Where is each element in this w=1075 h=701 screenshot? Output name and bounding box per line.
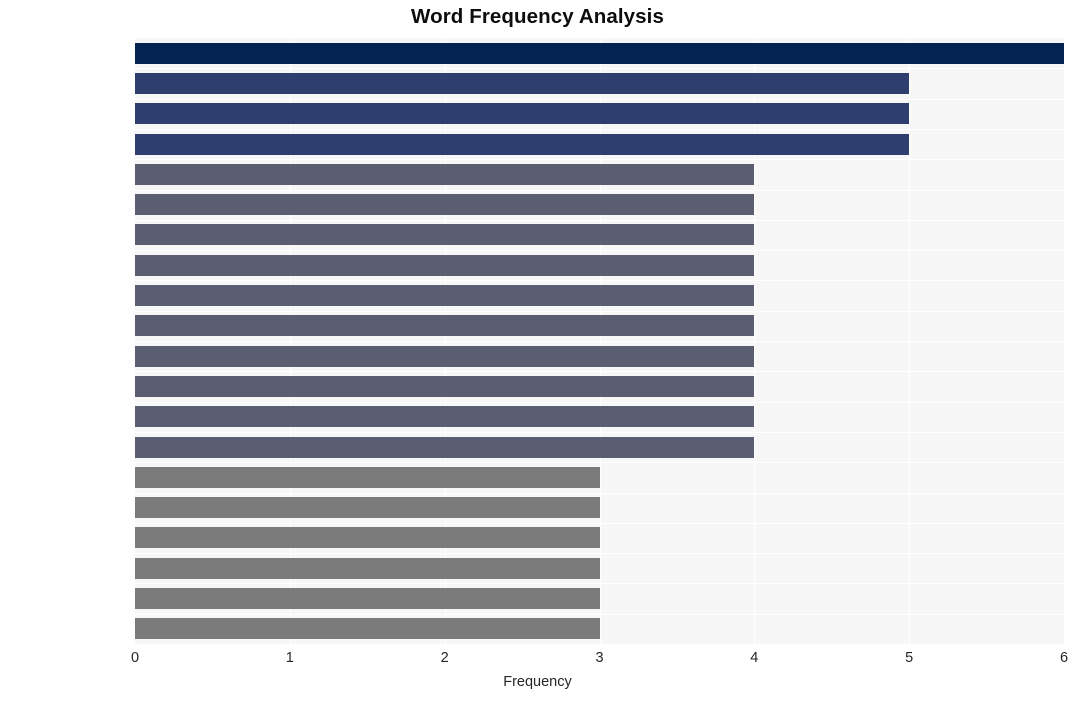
bar-row (135, 220, 1064, 249)
bar-row (135, 250, 1064, 279)
bar-row (135, 341, 1064, 370)
bar-officials[interactable] (135, 194, 755, 216)
plot-area (135, 38, 1065, 644)
bar-tuesday[interactable] (135, 466, 600, 488)
bar-trump[interactable] (135, 42, 1064, 64)
bar-new[interactable] (135, 375, 755, 397)
bar-apps[interactable] (135, 588, 600, 610)
bar-row (135, 523, 1064, 552)
x-tick-label-5: 5 (905, 650, 914, 666)
bar-row (135, 190, 1064, 219)
bar-encrypt[interactable] (135, 133, 910, 155)
bar-row (135, 402, 1064, 431)
bar-row (135, 371, 1064, 400)
bar-news[interactable] (135, 436, 755, 458)
bar-row (135, 280, 1064, 309)
bar-fbi[interactable] (135, 103, 910, 125)
bar-row (135, 311, 1064, 340)
gridline-x-6 (1064, 38, 1065, 644)
bar-row (135, 68, 1064, 97)
bar-salt[interactable] (135, 254, 755, 276)
x-tick-label-3: 3 (595, 650, 604, 666)
chart-figure: Word Frequency Analysis trumphackersfbie… (0, 0, 1075, 701)
bar-row (135, 432, 1064, 461)
x-tick-label-6: 6 (1059, 650, 1069, 666)
bar-row (135, 462, 1064, 491)
bar-row (135, 583, 1064, 612)
bar-row (135, 614, 1064, 643)
bar-row (135, 553, 1064, 582)
bar-accord[interactable] (135, 345, 755, 367)
bar-row (135, 99, 1064, 128)
bar-cybersecurity[interactable] (135, 163, 755, 185)
bar-hackers[interactable] (135, 72, 910, 94)
x-tick-label-4: 4 (750, 650, 759, 666)
x-tick-label-1: 1 (285, 650, 294, 666)
bar-row (135, 493, 1064, 522)
bar-communications[interactable] (135, 285, 755, 307)
bar-typhoon[interactable] (135, 527, 600, 549)
bar-nbc[interactable] (135, 406, 755, 428)
x-tick-label-0: 0 (130, 650, 140, 666)
bar-row (135, 129, 1064, 158)
bar-report[interactable] (135, 618, 600, 640)
bar-threats[interactable] (135, 497, 600, 519)
x-axis-label: Frequency (503, 674, 572, 690)
bar-americans[interactable] (135, 557, 600, 579)
bar-message[interactable] (135, 315, 755, 337)
bar-row (135, 159, 1064, 188)
bar-intrusion[interactable] (135, 224, 755, 246)
bar-row (135, 38, 1064, 67)
chart-title: Word Frequency Analysis (411, 5, 664, 28)
x-tick-label-2: 2 (440, 650, 449, 666)
